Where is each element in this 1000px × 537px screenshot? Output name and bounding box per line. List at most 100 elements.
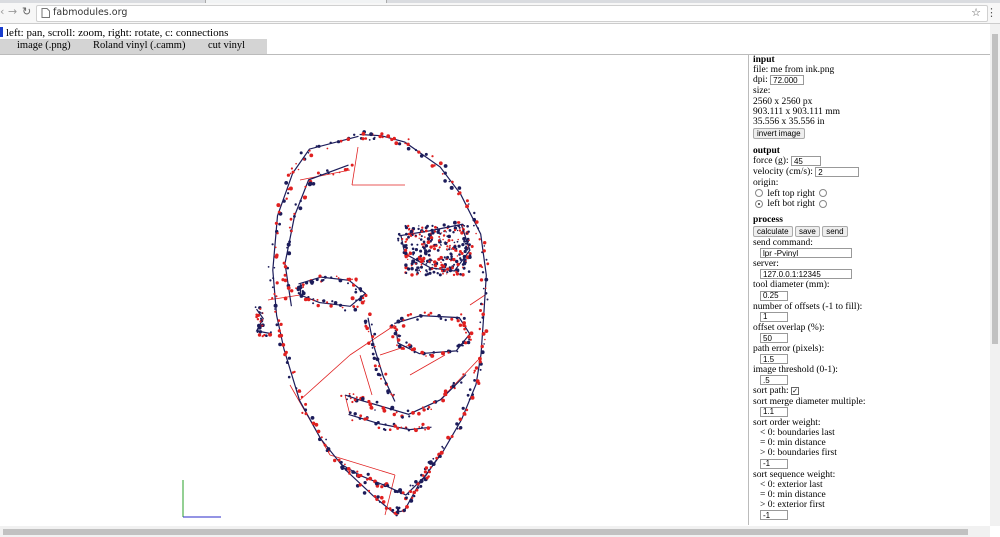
toolpath-mark <box>477 227 480 230</box>
toolpath-mark <box>456 427 459 430</box>
address-bar[interactable]: fabmodules.org ☆ <box>36 5 988 22</box>
hair-mark <box>422 240 426 244</box>
toolpath-mark <box>400 426 403 429</box>
toolpath-mark <box>336 140 341 144</box>
tab-image-png[interactable]: image (.png) <box>17 40 71 51</box>
sort-merge-input[interactable] <box>760 406 788 417</box>
hair-mark <box>453 241 456 244</box>
sort-path-checkbox[interactable]: ✓ <box>791 387 799 396</box>
toolpath-mark <box>316 298 319 301</box>
origin-bot-row: left bot right <box>753 199 985 209</box>
star-icon[interactable]: ☆ <box>971 6 981 19</box>
toolpath-mark <box>446 435 450 440</box>
toolpath-mark <box>307 152 310 154</box>
origin-top-left-radio[interactable] <box>755 189 763 198</box>
send-command-input[interactable] <box>760 248 852 259</box>
toolpath-mark <box>302 286 305 288</box>
toolpath-mark <box>378 500 381 503</box>
velocity-input[interactable] <box>815 167 860 178</box>
toolpath-mark <box>287 192 290 195</box>
toolpath-mark <box>469 331 474 336</box>
horizontal-scroll-thumb[interactable] <box>3 529 968 535</box>
origin-bot-left-radio[interactable] <box>755 199 763 208</box>
toolpath-mark <box>408 415 411 418</box>
server-input[interactable] <box>760 269 852 280</box>
hair-mark <box>414 248 418 252</box>
toolpath-mark <box>390 137 394 142</box>
hair-mark <box>461 243 465 247</box>
dpi-input[interactable] <box>770 75 805 86</box>
input-file: file: me from ink.png <box>753 65 835 76</box>
invert-image-button[interactable]: invert image <box>753 128 805 140</box>
toolpath-mark <box>380 377 382 380</box>
hair-mark <box>462 229 465 231</box>
toolpath-mark <box>421 406 424 409</box>
toolpath-canvas[interactable] <box>0 55 748 525</box>
horizontal-scrollbar[interactable] <box>0 526 990 537</box>
toolpath-mark <box>422 474 425 477</box>
send-button[interactable]: send <box>822 226 848 238</box>
toolpath-mark <box>421 422 425 426</box>
force-input[interactable] <box>790 156 821 167</box>
toolpath-mark <box>349 397 352 400</box>
toolpath-mark <box>432 351 436 354</box>
toolpath-mark <box>340 466 345 470</box>
origin-top-right-radio[interactable] <box>819 189 828 198</box>
threshold-input[interactable] <box>760 375 788 386</box>
back-arrow-icon[interactable]: ‹ <box>0 5 4 18</box>
toolpath-mark <box>348 394 351 398</box>
toolpath-mark <box>261 312 263 314</box>
toolpath-mark <box>330 276 333 279</box>
toolpath-svg[interactable] <box>0 55 748 525</box>
vertical-scroll-thumb[interactable] <box>992 34 998 344</box>
toolpath-mark <box>405 427 408 430</box>
hair-mark <box>443 242 445 244</box>
toolpath-mark <box>473 224 475 227</box>
toolpath-mark <box>432 400 436 404</box>
tab-roland-vinyl[interactable]: Roland vinyl (.camm) <box>93 40 185 51</box>
toolpath-mark <box>326 147 329 150</box>
origin-label: origin: <box>753 178 779 189</box>
sort-order-input[interactable] <box>760 458 788 469</box>
toolpath-mark <box>289 172 292 175</box>
toolpath-mark <box>427 406 431 409</box>
hair-mark <box>420 263 423 266</box>
hair-mark <box>446 241 449 244</box>
toolpath-mark <box>484 329 489 333</box>
toolpath-mark <box>274 310 277 313</box>
threshold-label: image threshold (0-1): <box>753 365 838 376</box>
save-button[interactable]: save <box>794 226 820 238</box>
forward-arrow-icon[interactable]: → <box>8 5 17 18</box>
path-error-input[interactable] <box>760 354 788 365</box>
overlap-input[interactable] <box>760 333 788 343</box>
calculate-button[interactable]: calculate <box>753 226 793 238</box>
hair-mark <box>420 243 424 246</box>
hair-mark <box>409 234 413 237</box>
menu-dots-icon[interactable]: ⋮ <box>986 7 997 18</box>
hair-mark <box>427 253 431 257</box>
toolpath-mark <box>352 305 356 308</box>
hair-mark <box>432 267 434 270</box>
toolpath-mark <box>414 148 417 152</box>
reload-icon[interactable]: ↻ <box>22 5 31 18</box>
hair-mark <box>438 273 442 277</box>
tab-cut-vinyl[interactable]: cut vinyl <box>208 40 245 51</box>
toolpath-mark <box>438 161 443 166</box>
origin-bot-right-radio[interactable] <box>819 199 828 208</box>
toolpath-mark <box>284 296 288 300</box>
toolpath-mark <box>423 311 426 314</box>
hair-mark <box>462 266 464 269</box>
hair-mark <box>423 242 425 245</box>
toolpath-mark <box>382 408 387 413</box>
tool-diameter-input[interactable] <box>760 290 788 301</box>
url-text[interactable]: fabmodules.org <box>53 7 127 18</box>
sort-seq-input[interactable] <box>760 510 788 521</box>
toolpath-mark <box>401 324 406 328</box>
toolpath-mark <box>283 278 288 283</box>
offsets-input[interactable] <box>760 311 788 322</box>
sort-path-label: sort path: <box>753 386 789 397</box>
toolpath-mark <box>482 287 485 290</box>
sort-seq-line: > 0: exterior first <box>760 500 825 511</box>
vertical-scrollbar[interactable] <box>990 24 1000 526</box>
toolpath-mark <box>386 484 390 488</box>
